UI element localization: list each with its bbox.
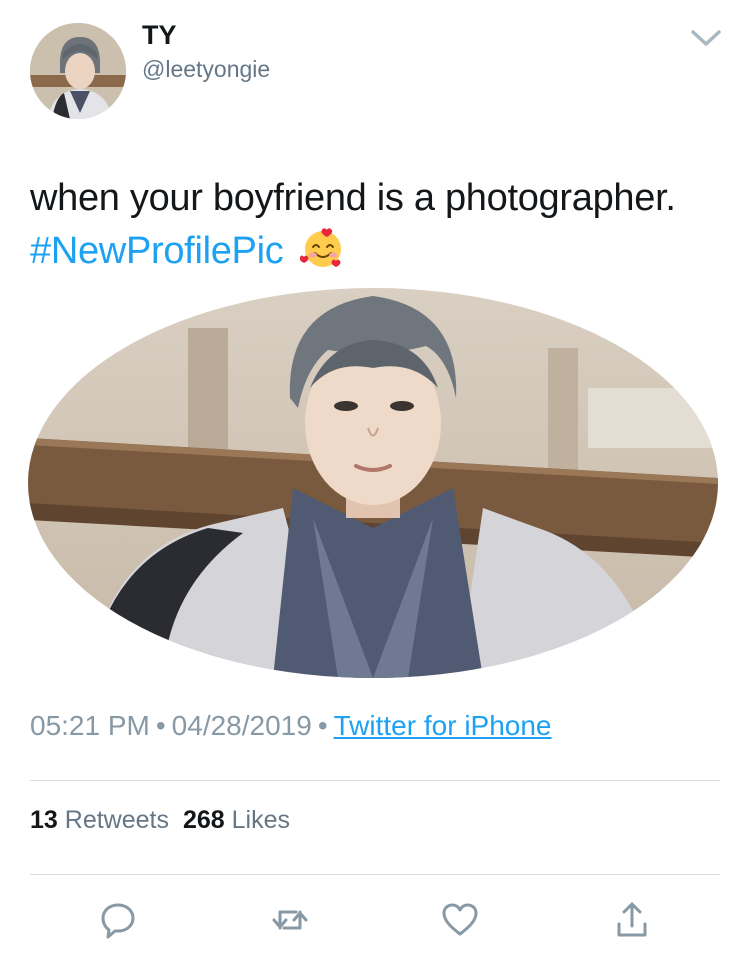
separator: •: [317, 710, 328, 741]
tweet-time: 05:21 PM: [30, 710, 150, 741]
separator: •: [155, 710, 166, 741]
tweet-date: 04/28/2019: [171, 710, 312, 741]
likes-count: 268: [182, 806, 225, 834]
source-link[interactable]: Twitter for iPhone: [334, 710, 552, 741]
avatar[interactable]: [30, 23, 126, 119]
display-name[interactable]: TY: [142, 20, 177, 51]
retweets-stat[interactable]: 13 Retweets: [30, 806, 169, 834]
likes-label: Likes: [231, 806, 291, 834]
heart-icon[interactable]: [440, 900, 480, 940]
avatar-photo: [30, 23, 126, 119]
share-icon[interactable]: [612, 900, 652, 940]
tweet-stats: 13 Retweets 268 Likes: [30, 806, 290, 835]
handle[interactable]: @leetyongie: [142, 56, 270, 83]
retweets-label: Retweets: [64, 806, 169, 834]
retweet-icon[interactable]: [270, 900, 310, 940]
hashtag-link[interactable]: #NewProfilePic: [30, 230, 284, 272]
tweet-body: when your boyfriend is a photographer.: [30, 177, 676, 219]
tweet-photo[interactable]: [28, 288, 718, 678]
reply-icon[interactable]: [98, 900, 138, 940]
divider: [30, 780, 720, 781]
tweet-meta: 05:21 PM • 04/28/2019 • Twitter for iPhone: [30, 710, 552, 742]
chevron-down-icon[interactable]: [688, 26, 724, 50]
smiling-face-with-hearts-icon: [299, 228, 341, 267]
retweets-count: 13: [30, 806, 58, 834]
divider: [30, 874, 720, 875]
likes-stat[interactable]: 268 Likes: [183, 806, 290, 834]
tweet-text: when your boyfriend is a photographer. #…: [30, 172, 720, 278]
action-bar: [0, 900, 750, 944]
